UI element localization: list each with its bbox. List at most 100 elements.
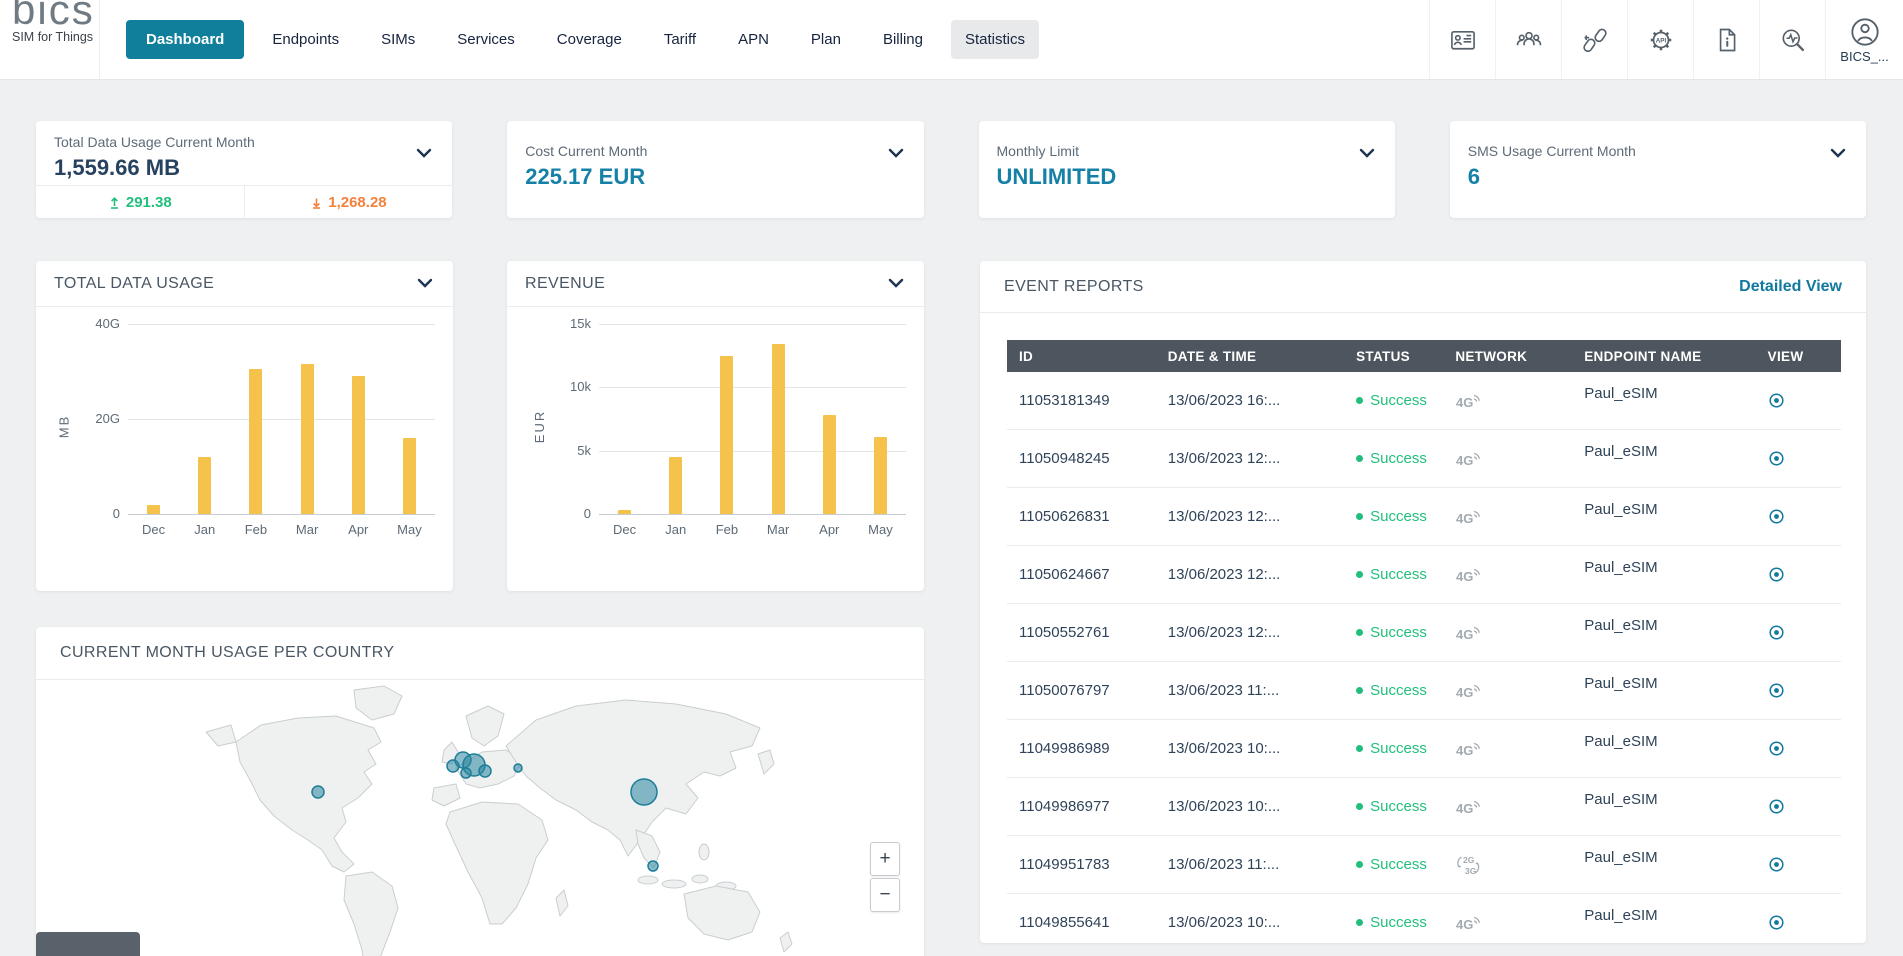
nav-item-statistics[interactable]: Statistics: [951, 20, 1039, 59]
nav-item-coverage[interactable]: Coverage: [543, 20, 636, 59]
stat-title: Cost Current Month: [525, 143, 905, 159]
users-icon: [1515, 26, 1543, 54]
map-zoom-in-button[interactable]: +: [870, 842, 900, 876]
event-datetime: 13/06/2023 12:...: [1156, 624, 1344, 641]
nav-item-apn[interactable]: APN: [724, 20, 783, 59]
bar: [301, 364, 314, 514]
view-eye-icon[interactable]: [1768, 856, 1785, 873]
upload-total: 291.38: [36, 186, 245, 218]
nav-item-services[interactable]: Services: [443, 20, 529, 59]
world-map: [36, 680, 924, 956]
nav-item-tariff[interactable]: Tariff: [650, 20, 710, 59]
chevron-down-icon[interactable]: [1359, 145, 1375, 163]
map-zoom-out-button[interactable]: −: [870, 878, 900, 912]
usage-bubble: [312, 786, 324, 798]
event-network: 4G: [1443, 796, 1572, 818]
network-4g-icon: 4G: [1455, 738, 1481, 760]
chevron-down-icon[interactable]: [417, 275, 433, 293]
brand-logo[interactable]: bics SIM for Things: [0, 0, 100, 80]
usage-bubble: [479, 765, 491, 777]
event-id: 11050076797: [1007, 682, 1156, 699]
event-datetime: 13/06/2023 12:...: [1156, 566, 1344, 583]
status-dot: [1356, 745, 1363, 752]
id-card-button[interactable]: [1429, 0, 1495, 80]
network-4g-icon: 4G: [1455, 796, 1481, 818]
view-eye-icon[interactable]: [1768, 566, 1785, 583]
chevron-down-icon[interactable]: [888, 275, 904, 293]
stat-card-sms-usage: SMS Usage Current Month 6: [1450, 121, 1866, 218]
chevron-down-icon[interactable]: [888, 145, 904, 163]
detailed-view-link[interactable]: Detailed View: [1739, 278, 1842, 296]
view-eye-icon[interactable]: [1768, 450, 1785, 467]
network-4g-icon: 4G: [1455, 448, 1481, 470]
svg-text:4G: 4G: [1456, 453, 1473, 468]
column-header: STATUS: [1344, 349, 1443, 364]
event-network: 4G: [1443, 506, 1572, 528]
diagnostics-button[interactable]: [1759, 0, 1825, 80]
sim-links-button[interactable]: [1561, 0, 1627, 80]
nav-item-endpoints[interactable]: Endpoints: [258, 20, 353, 59]
chevron-down-icon[interactable]: [416, 145, 432, 163]
view-eye-icon[interactable]: [1768, 392, 1785, 409]
stat-value: UNLIMITED: [997, 164, 1377, 190]
main-nav: Dashboard Endpoints SIMs Services Coverage Ta…: [126, 20, 1039, 59]
usage-bubble: [514, 764, 522, 772]
usage-per-country-card: CURRENT MONTH USAGE PER COUNTRY: [36, 627, 924, 956]
view-eye-icon[interactable]: [1768, 682, 1785, 699]
avatar-icon: [1849, 16, 1881, 48]
svg-text:API: API: [1655, 37, 1666, 44]
event-endpoint: Paul_eSIM: [1572, 894, 1755, 924]
y-axis-tick: 15k: [507, 316, 591, 331]
bar: [669, 457, 682, 514]
event-endpoint: Paul_eSIM: [1572, 836, 1755, 866]
status-dot: [1356, 455, 1363, 462]
status-dot: [1356, 571, 1363, 578]
event-id: 11050552761: [1007, 624, 1156, 641]
view-eye-icon[interactable]: [1768, 798, 1785, 815]
user-menu[interactable]: BICS_...: [1825, 0, 1903, 80]
event-network: 4G: [1443, 912, 1572, 934]
view-eye-icon[interactable]: [1768, 740, 1785, 757]
nav-item-billing[interactable]: Billing: [869, 20, 937, 59]
network-4g-icon: 4G: [1455, 506, 1481, 528]
api-button[interactable]: API: [1627, 0, 1693, 80]
info-doc-button[interactable]: [1693, 0, 1759, 80]
x-axis-tick: Mar: [753, 522, 804, 537]
stat-value: 1,559.66 MB: [54, 155, 434, 181]
event-view: [1756, 450, 1841, 467]
y-axis-tick: 0: [36, 506, 120, 521]
nav-item-dashboard[interactable]: Dashboard: [126, 20, 244, 59]
download-total: 1,268.28: [245, 186, 453, 218]
event-endpoint: Paul_eSIM: [1572, 778, 1755, 808]
event-status: Success: [1344, 682, 1443, 699]
event-datetime: 13/06/2023 10:...: [1156, 740, 1344, 757]
event-status: Success: [1344, 508, 1443, 525]
event-row: 1104998698913/06/2023 10:...Success4GPau…: [1007, 720, 1841, 778]
view-eye-icon[interactable]: [1768, 624, 1785, 641]
event-row: 1104985564113/06/2023 10:...Success4GPau…: [1007, 894, 1841, 943]
x-axis-tick: May: [384, 522, 435, 537]
status-dot: [1356, 629, 1363, 636]
event-row: 1104995178313/06/2023 11:...Success2G3GP…: [1007, 836, 1841, 894]
view-eye-icon[interactable]: [1768, 914, 1785, 931]
nav-item-sims[interactable]: SIMs: [367, 20, 429, 59]
event-row: 1105318134913/06/2023 16:...Success4GPau…: [1007, 372, 1841, 430]
brand-tagline: SIM for Things: [12, 30, 99, 44]
svg-text:3G: 3G: [1465, 866, 1477, 876]
nav-item-plan[interactable]: Plan: [797, 20, 855, 59]
column-header: NETWORK: [1443, 349, 1572, 364]
chevron-down-icon[interactable]: [1830, 145, 1846, 163]
event-view: [1756, 624, 1841, 641]
view-eye-icon[interactable]: [1768, 508, 1785, 525]
users-button[interactable]: [1495, 0, 1561, 80]
bar: [618, 510, 631, 514]
map-landmasses: [206, 686, 792, 956]
x-axis-tick: Mar: [282, 522, 333, 537]
status-dot: [1356, 397, 1363, 404]
event-datetime: 13/06/2023 10:...: [1156, 914, 1344, 931]
event-view: [1756, 392, 1841, 409]
x-axis-tick: Dec: [128, 522, 179, 537]
event-view: [1756, 566, 1841, 583]
bar-chart: EUR DecJanFebMarAprMay 15k10k5k0: [507, 307, 924, 579]
bar: [147, 505, 160, 515]
